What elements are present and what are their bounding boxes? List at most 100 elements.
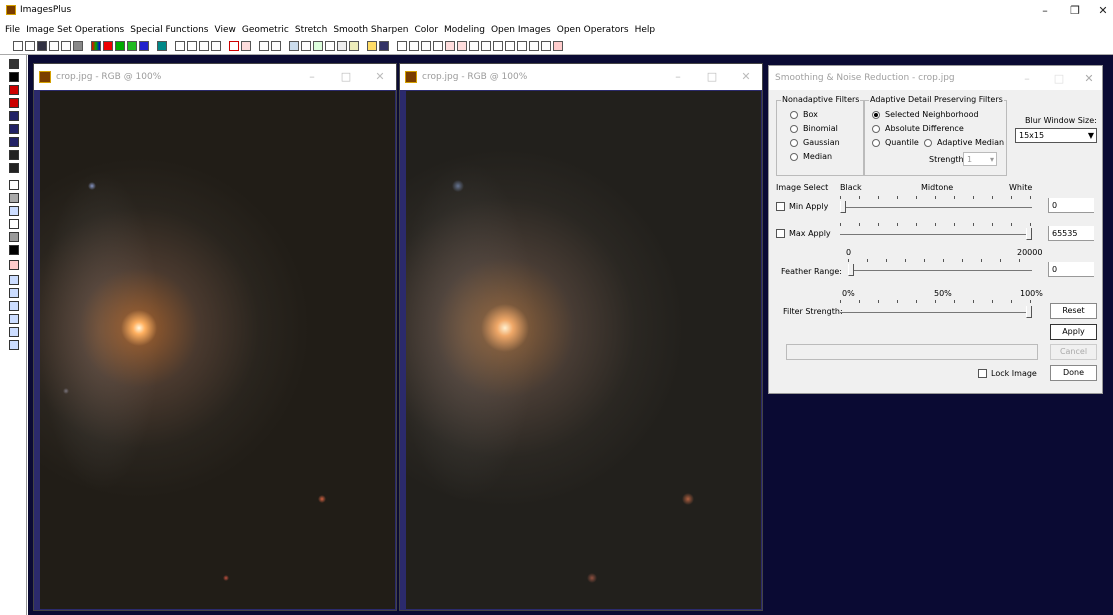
menu-geometric[interactable]: Geometric	[242, 22, 289, 38]
lock-image-checkbox[interactable]: Lock Image	[978, 369, 1037, 378]
dialog-maximize-button[interactable]: □	[1047, 70, 1071, 88]
tool-2-icon[interactable]	[9, 72, 19, 82]
window-5-icon[interactable]	[517, 41, 527, 51]
tool-9-icon[interactable]	[9, 163, 19, 173]
pencil-icon[interactable]	[367, 41, 377, 51]
fill-icon[interactable]	[379, 41, 389, 51]
blur-window-select[interactable]: 15x15 ▼	[1015, 128, 1097, 143]
teal-channel-icon[interactable]	[157, 41, 167, 51]
galaxy-image[interactable]	[40, 91, 395, 609]
tool-12-icon[interactable]	[9, 206, 19, 216]
window-1-icon[interactable]	[469, 41, 479, 51]
min-slider-track[interactable]	[840, 207, 1032, 208]
radio-binomial[interactable]: Binomial	[790, 124, 838, 133]
close-button[interactable]: ✕	[1088, 2, 1113, 20]
window-2-icon[interactable]	[481, 41, 491, 51]
arrow-right-icon[interactable]	[9, 301, 19, 311]
radio-box[interactable]: Box	[790, 110, 818, 119]
menu-file[interactable]: File	[5, 22, 20, 38]
calculator-icon[interactable]	[337, 41, 347, 51]
menu-modeling[interactable]: Modeling	[444, 22, 485, 38]
redo-all-icon[interactable]	[211, 41, 221, 51]
window-titlebar-2[interactable]: crop.jpg - RGB @ 100% – □ ✕	[400, 64, 762, 90]
green-channel-2-icon[interactable]	[127, 41, 137, 51]
strength-select[interactable]: 1 ▾	[963, 152, 997, 166]
dialog-titlebar[interactable]: Smoothing & Noise Reduction - crop.jpg –…	[769, 66, 1102, 90]
print-icon[interactable]	[73, 41, 83, 51]
max-apply-checkbox[interactable]: Max Apply	[776, 229, 831, 238]
window-close-button[interactable]: ✕	[368, 68, 392, 86]
min-slider-thumb[interactable]	[840, 201, 846, 213]
menu-smooth-sharpen[interactable]: Smooth Sharpen	[333, 22, 408, 38]
window-maximize-button[interactable]: □	[334, 68, 358, 86]
tool-15-icon[interactable]	[9, 245, 19, 255]
tool-8-icon[interactable]	[9, 150, 19, 160]
radio-median[interactable]: Median	[790, 152, 832, 161]
scatter-icon[interactable]	[271, 41, 281, 51]
apply-button[interactable]: Apply	[1050, 324, 1097, 340]
plus-icon[interactable]	[313, 41, 323, 51]
feather-slider-thumb[interactable]	[848, 264, 854, 276]
dialog-minimize-button[interactable]: –	[1015, 70, 1039, 88]
zoom-actual-icon[interactable]	[433, 41, 443, 51]
blue-channel-icon[interactable]	[139, 41, 149, 51]
tool-3-icon[interactable]	[9, 85, 19, 95]
galaxy-image-smoothed[interactable]	[406, 91, 761, 609]
dots-icon[interactable]	[259, 41, 269, 51]
min-apply-field[interactable]: 0	[1048, 198, 1094, 213]
flip-icon[interactable]	[9, 340, 19, 350]
tool-16-icon[interactable]	[9, 260, 19, 270]
undo-all-icon[interactable]	[199, 41, 209, 51]
window-3-icon[interactable]	[493, 41, 503, 51]
mountain-icon[interactable]	[349, 41, 359, 51]
menu-image-set-operations[interactable]: Image Set Operations	[26, 22, 124, 38]
window-7-icon[interactable]	[541, 41, 551, 51]
tool-5-icon[interactable]	[9, 111, 19, 121]
close-all-icon[interactable]	[61, 41, 71, 51]
menu-stretch[interactable]: Stretch	[295, 22, 327, 38]
save-file-icon[interactable]	[37, 41, 47, 51]
max-slider-track[interactable]	[840, 234, 1032, 235]
curves-icon[interactable]	[301, 41, 311, 51]
min-apply-checkbox[interactable]: Min Apply	[776, 202, 828, 211]
tool-4-icon[interactable]	[9, 98, 19, 108]
tool-13-icon[interactable]	[9, 219, 19, 229]
radio-absolute-difference[interactable]: Absolute Difference	[872, 124, 964, 133]
feather-slider-track[interactable]	[848, 270, 1032, 271]
restore-button[interactable]: ❐	[1060, 2, 1090, 20]
tool-1-icon[interactable]	[9, 59, 19, 69]
radio-gaussian[interactable]: Gaussian	[790, 138, 840, 147]
radio-adaptive-median[interactable]: Adaptive Median	[924, 138, 1004, 147]
arrow-up-icon[interactable]	[9, 288, 19, 298]
window-4-icon[interactable]	[505, 41, 515, 51]
menu-help[interactable]: Help	[635, 22, 656, 38]
max-apply-field[interactable]: 65535	[1048, 226, 1094, 241]
tool-6-icon[interactable]	[9, 124, 19, 134]
window-6-icon[interactable]	[529, 41, 539, 51]
zoom-fit-icon[interactable]	[421, 41, 431, 51]
tool-7-icon[interactable]	[9, 137, 19, 147]
window-close-button-2[interactable]: ✕	[734, 68, 758, 86]
window-minimize-button-2[interactable]: –	[666, 68, 690, 86]
redo-icon[interactable]	[187, 41, 197, 51]
red-dot-icon[interactable]	[229, 41, 239, 51]
reset-button[interactable]: Reset	[1050, 303, 1097, 319]
menu-color[interactable]: Color	[415, 22, 439, 38]
zoom-out-icon[interactable]	[409, 41, 419, 51]
menu-special-functions[interactable]: Special Functions	[130, 22, 208, 38]
tool-14-icon[interactable]	[9, 232, 19, 242]
window-minimize-button[interactable]: –	[300, 68, 324, 86]
radio-selected-neighborhood[interactable]: Selected Neighborhood	[872, 110, 979, 119]
open-file-icon[interactable]	[25, 41, 35, 51]
rgb-channels-icon[interactable]	[91, 41, 101, 51]
dialog-close-button[interactable]: ✕	[1077, 70, 1101, 88]
rotate-right-icon[interactable]	[9, 327, 19, 337]
histogram-icon[interactable]	[289, 41, 299, 51]
feather-range-field[interactable]: 0	[1048, 262, 1094, 277]
tile-remove-icon[interactable]	[457, 41, 467, 51]
minimize-button[interactable]: –	[1030, 2, 1060, 20]
strength-slider-track[interactable]	[840, 312, 1032, 313]
tool-10-icon[interactable]	[9, 180, 19, 190]
menu-view[interactable]: View	[215, 22, 236, 38]
max-slider-thumb[interactable]	[1026, 228, 1032, 240]
